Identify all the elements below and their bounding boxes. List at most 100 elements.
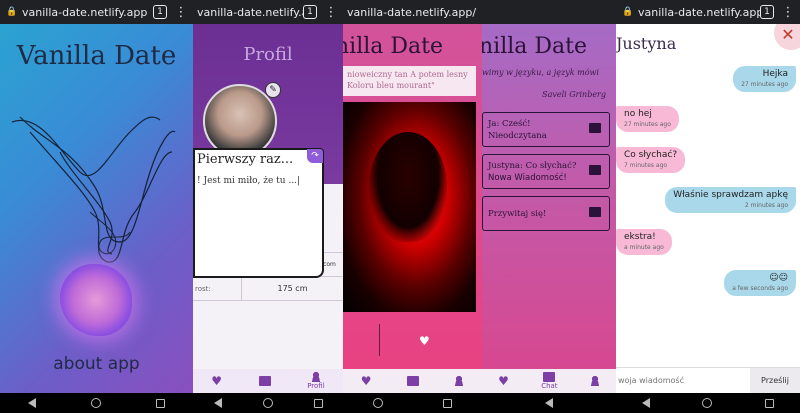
- user-icon[interactable]: [454, 376, 465, 386]
- first-time-modal: Pierwszy raz... ! Jest mi miło, że tu ..…: [193, 148, 324, 278]
- divider: [379, 324, 380, 356]
- message-time: a minute ago: [624, 244, 664, 251]
- chat-card-line1: Przywitaj się!: [488, 209, 547, 219]
- kebab-menu-icon[interactable]: ⋮: [780, 5, 796, 20]
- tangled-line-art: [11, 116, 176, 263]
- send-button[interactable]: Prześlij: [750, 367, 800, 393]
- bottom-nav: ♥ Profil: [193, 369, 343, 393]
- nav-chat[interactable]: Chat: [541, 372, 558, 390]
- chat-card[interactable]: Justyna: Co słychać? Nowa Wiadomość!: [482, 154, 610, 189]
- kebab-menu-icon[interactable]: ⋮: [173, 5, 189, 20]
- user-icon[interactable]: [589, 376, 600, 386]
- modal-text-input[interactable]: ! Jest mi miło, że tu ...|: [195, 167, 322, 187]
- message-text: Hejka: [762, 69, 788, 79]
- modal-heading: Pierwszy raz...: [197, 152, 294, 167]
- browser-bar: [482, 0, 616, 24]
- glowing-blob: [60, 264, 132, 336]
- back-icon[interactable]: [213, 398, 222, 408]
- like-heart-icon[interactable]: ♥: [419, 334, 430, 348]
- kebab-menu-icon[interactable]: ⋮: [323, 5, 339, 20]
- quote-author: Saveli Grinberg: [542, 90, 606, 99]
- screen-welcome: 🔒 vanilla-date.netlify.app 1 ⋮ Vanilla D…: [0, 0, 193, 413]
- android-nav: [193, 393, 343, 413]
- heart-icon[interactable]: ♥: [498, 374, 509, 388]
- recents-icon[interactable]: [764, 398, 774, 408]
- red-portrait-art: [343, 102, 476, 312]
- back-icon[interactable]: [545, 398, 553, 408]
- close-icon[interactable]: ✕: [774, 24, 800, 50]
- field-row-height: rost: 175 cm: [193, 277, 343, 301]
- recents-icon[interactable]: [156, 398, 166, 408]
- heart-icon[interactable]: ♥: [361, 374, 372, 388]
- app-title: nilla Date: [343, 34, 444, 59]
- message-time: 27 minutes ago: [741, 81, 788, 88]
- message-bubble: no hej 27 minutes ago: [616, 106, 679, 132]
- screen-chats: nilla Date wimy w języku, a język mówi S…: [482, 0, 616, 413]
- message-time: a few seconds ago: [732, 285, 788, 292]
- chat-card[interactable]: Przywitaj się!: [482, 196, 610, 231]
- android-nav: [616, 393, 800, 413]
- chat-card-line2: Nieodczytana: [488, 131, 547, 141]
- chat-icon[interactable]: [406, 376, 419, 386]
- message-input[interactable]: [616, 376, 750, 385]
- chat-card-line2: Nowa Wiadomość!: [488, 173, 567, 183]
- bottom-nav: ♥ Chat: [482, 369, 616, 393]
- field-label: rost:: [195, 284, 211, 293]
- heart-icon[interactable]: ♥: [211, 374, 222, 388]
- android-nav: [343, 393, 482, 413]
- home-icon[interactable]: [702, 398, 713, 408]
- message-icon: [589, 165, 601, 175]
- portrait-face: [369, 132, 447, 242]
- message-text: no hej: [624, 109, 652, 119]
- url-text[interactable]: vanilla-date.netlify.app/: [634, 6, 760, 19]
- message-time: 7 minutes ago: [624, 162, 668, 169]
- profile-content: Profil ✎ asto: Wrocław mail: szymon.gone…: [193, 24, 343, 393]
- browser-bar: vanilla-date.netlify.app/: [343, 0, 482, 24]
- welcome-content: Vanilla Date about app: [0, 24, 193, 393]
- tabs-count-icon[interactable]: 1: [303, 5, 317, 19]
- user-icon: [310, 372, 321, 382]
- home-icon[interactable]: [90, 398, 101, 408]
- chat-card-line1: Justyna: Co słychać?: [488, 161, 577, 171]
- back-icon[interactable]: [27, 398, 36, 408]
- message-icon: [589, 123, 601, 133]
- chats-content: nilla Date wimy w języku, a język mówi S…: [482, 24, 616, 393]
- android-nav: [0, 393, 193, 413]
- message-time: 2 minutes ago: [744, 202, 788, 209]
- about-app-link[interactable]: about app: [0, 354, 193, 374]
- field-value[interactable]: 175 cm: [241, 277, 343, 300]
- message-compose-bar: Prześlij: [616, 367, 800, 393]
- chat-card[interactable]: Ja: Cześć! Nieodczytana: [482, 112, 610, 147]
- message-bubble: ☺☺ a few seconds ago: [724, 270, 796, 296]
- browser-bar: 🔒 vanilla-date.netlify.app/ 1 ⋮: [616, 0, 800, 24]
- home-icon[interactable]: [262, 398, 273, 408]
- message-icon: [589, 207, 601, 217]
- edit-pencil-icon[interactable]: ✎: [265, 82, 281, 98]
- url-text[interactable]: vanilla-date.netlify.app: [18, 6, 153, 19]
- poem-quote: nioweiczny tan A potem lesny Koloru bleu…: [343, 66, 476, 96]
- message-bubble: Co słychać? 7 minutes ago: [616, 147, 686, 173]
- contact-name: Justyna: [616, 34, 677, 53]
- chat-card-line1: Ja: Cześć!: [488, 119, 531, 129]
- chat-icon[interactable]: [258, 376, 271, 386]
- recents-icon[interactable]: [443, 398, 452, 408]
- home-icon[interactable]: [373, 398, 383, 408]
- quote-text: wimy w języku, a język mówi: [482, 68, 599, 77]
- tabs-count-icon[interactable]: 1: [760, 5, 774, 19]
- message-time: 27 minutes ago: [624, 121, 671, 128]
- screen-profile: vanilla-date.netlify.app/ 1 ⋮ Profil ✎ a…: [193, 0, 343, 413]
- browser-bar: vanilla-date.netlify.app/ 1 ⋮: [193, 0, 343, 24]
- screen-conversation: 🔒 vanilla-date.netlify.app/ 1 ⋮ Justyna …: [616, 0, 800, 413]
- recents-icon[interactable]: [313, 398, 323, 408]
- url-text[interactable]: vanilla-date.netlify.app/: [193, 6, 303, 19]
- url-text[interactable]: vanilla-date.netlify.app/: [343, 6, 482, 19]
- tabs-count-icon[interactable]: 1: [153, 5, 167, 19]
- message-text: ☺☺: [769, 273, 788, 283]
- message-text: Właśnie sprawdzam apkę: [673, 190, 788, 200]
- modal-submit-icon[interactable]: ↷: [307, 149, 323, 163]
- app-title: nilla Date: [482, 34, 588, 59]
- nav-profile[interactable]: Profil: [307, 372, 325, 390]
- message-text: ekstra!: [624, 232, 656, 242]
- message-bubble: Właśnie sprawdzam apkę 2 minutes ago: [665, 187, 796, 213]
- back-icon[interactable]: [642, 398, 651, 408]
